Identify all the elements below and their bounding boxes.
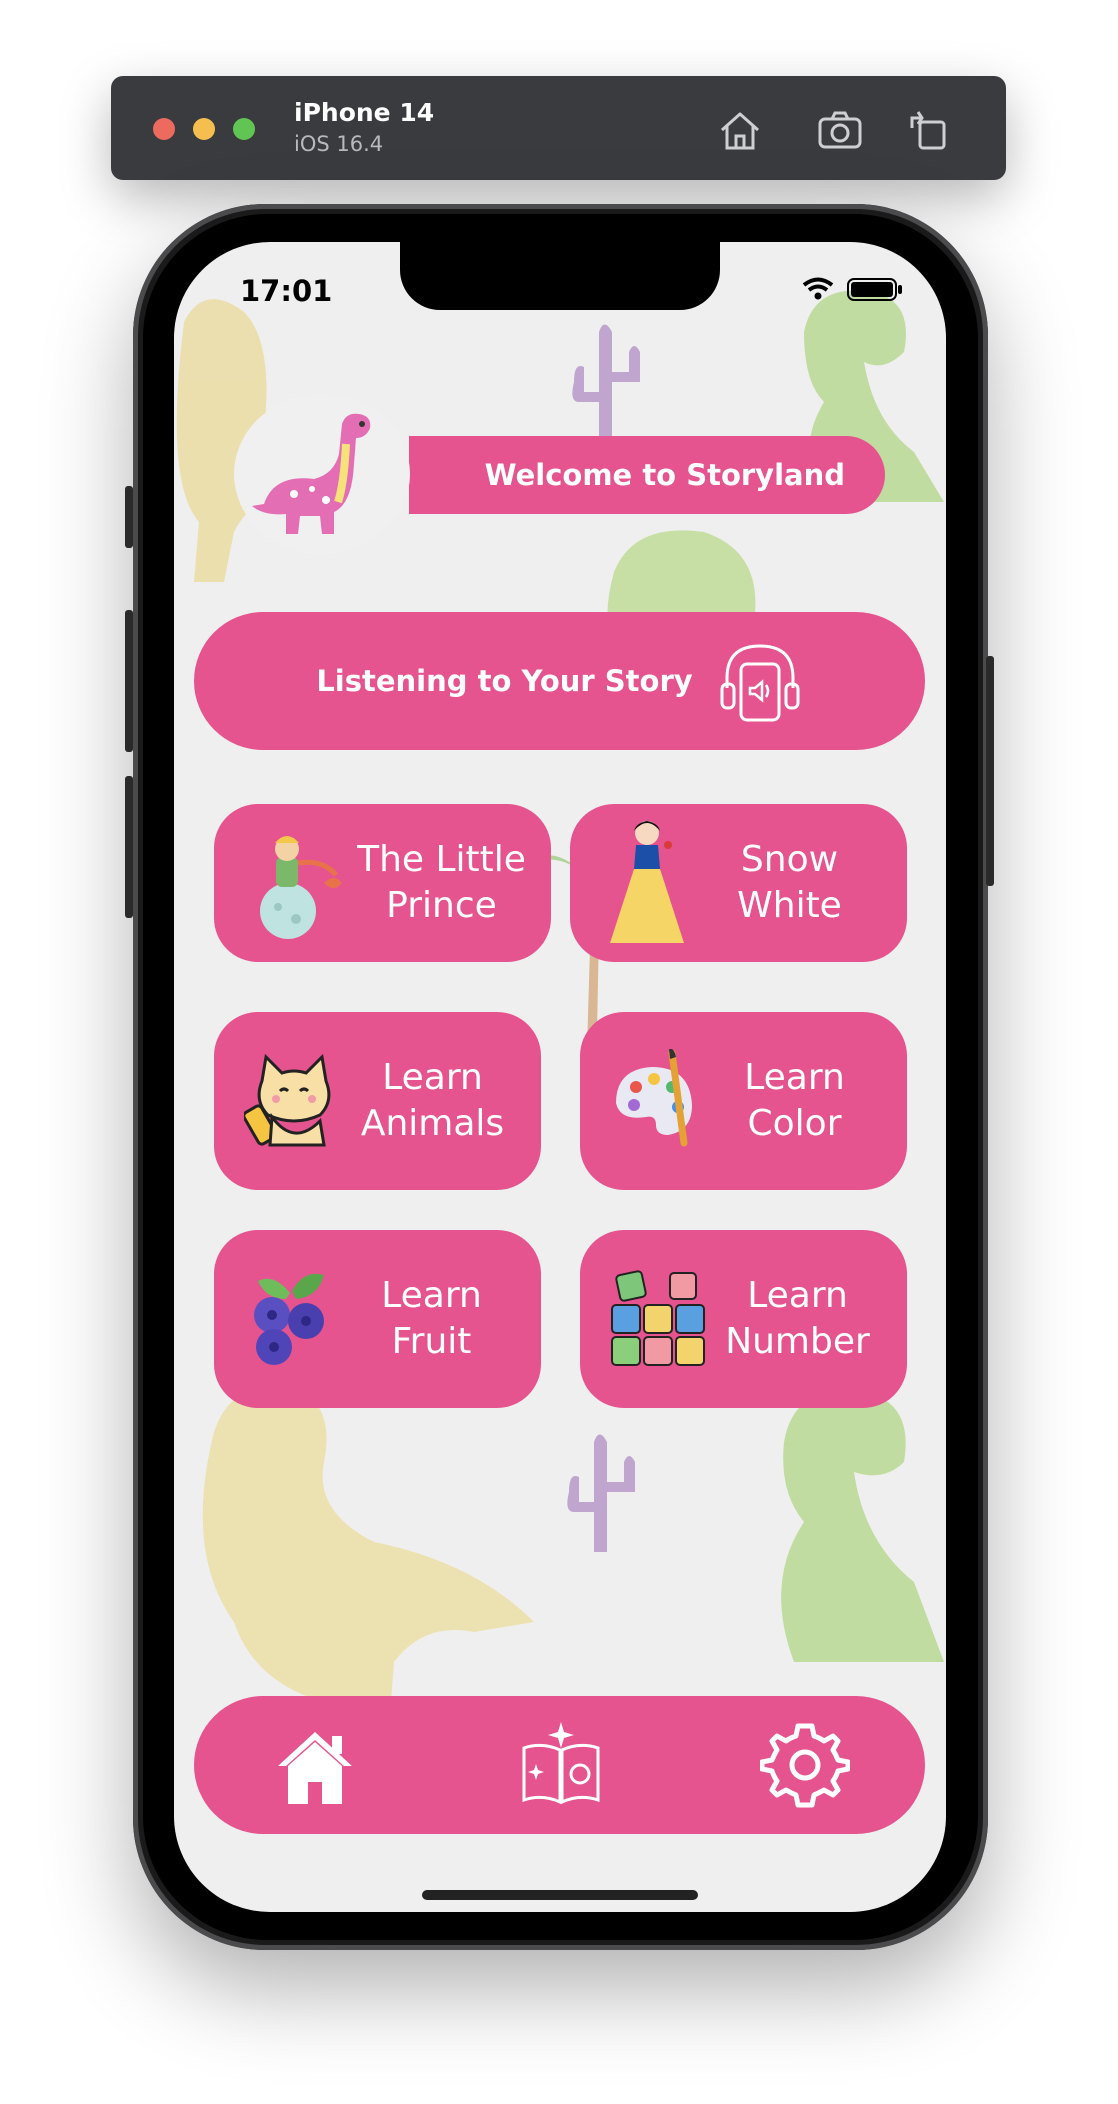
card-label-line: Learn [747,1275,848,1316]
learn-fruit-label: Learn Fruit [336,1273,527,1365]
home-icon[interactable] [716,106,764,154]
learn-number-label: Learn Number [708,1273,887,1365]
status-icons [802,277,902,301]
mute-switch [125,486,133,548]
blueberry-icon [254,1273,324,1365]
card-label-line: The Little [357,839,526,880]
home-icon[interactable] [270,1720,360,1810]
battery-icon [847,278,902,301]
welcome-banner: Welcome to Storyland [409,436,885,514]
little-prince-icon [260,836,342,939]
power-button [986,656,994,886]
card-label-line: Animals [360,1103,505,1144]
card-label-line: Prince [386,885,497,926]
volume-up-button [125,610,133,752]
learn-animals-label: Learn Animals [344,1055,521,1147]
cactus-background-icon [572,324,640,442]
volume-down-button [125,776,133,918]
card-label-line: Color [747,1103,842,1144]
welcome-text: Welcome to Storyland [484,458,845,492]
card-label-line: Learn [744,1057,845,1098]
little-prince-label: The Little Prince [348,837,535,929]
learn-color-label: Learn Color [702,1055,887,1147]
settings-icon[interactable] [760,1720,850,1810]
phone-notch [400,242,720,310]
home-indicator [422,1890,698,1900]
zoom-window-button[interactable] [233,118,255,140]
bottom-nav-bar [194,1696,925,1834]
device-name: iPhone 14 [294,98,435,127]
card-label-line: Learn Fruit [381,1275,482,1362]
dinosaur-avatar-icon [252,413,371,534]
little-prince-card[interactable]: The Little Prince [214,804,551,962]
card-label-line: Number [725,1321,870,1362]
close-window-button[interactable] [153,118,175,140]
storybook-icon[interactable] [516,1720,606,1810]
learn-fruit-card[interactable]: Learn Fruit [214,1230,541,1408]
os-version: iOS 16.4 [294,132,384,156]
simulator-toolbar: iPhone 14 iOS 16.4 [111,76,1006,180]
wifi-icon [802,277,834,300]
minimize-window-button[interactable] [193,118,215,140]
status-time: 17:01 [240,274,333,308]
snow-white-icon [610,821,684,943]
listen-story-button[interactable]: Listening to Your Story [194,612,925,750]
learn-animals-card[interactable]: Learn Animals [214,1012,541,1190]
listen-story-label: Listening to Your Story [316,664,693,698]
learn-color-card[interactable]: Learn Color [580,1012,907,1190]
app-screen: 17:01 Welcome to Storyland Listening to … [174,242,946,1912]
palette-icon [616,1049,692,1147]
snow-white-card[interactable]: Snow White [570,804,907,962]
learn-number-card[interactable]: Learn Number [580,1230,907,1408]
rotate-icon[interactable] [904,106,952,154]
card-label-line: Learn [382,1057,483,1098]
avatar[interactable] [234,394,410,554]
number-blocks-icon [611,1270,705,1366]
snow-white-label: Snow White [692,837,887,929]
cactus-background-icon [567,1434,635,1552]
card-label-line: Snow [740,839,839,880]
screenshot-icon[interactable] [816,106,864,154]
card-label-line: White [737,885,842,926]
headphones-icon [720,644,800,722]
cat-icon [244,1053,331,1147]
